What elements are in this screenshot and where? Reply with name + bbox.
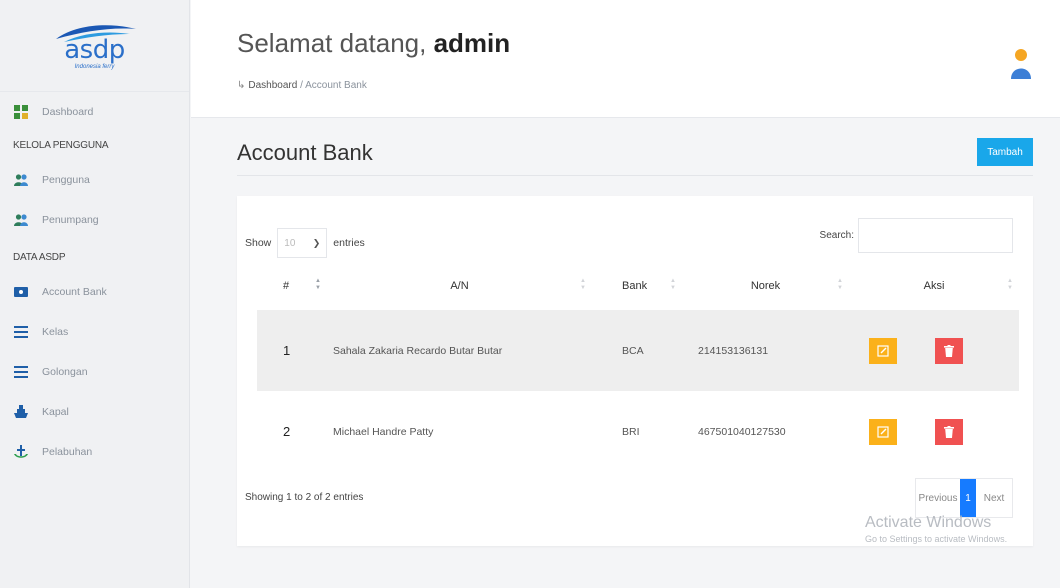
- sidebar-section-users: KELOLA PENGGUNA: [13, 140, 109, 151]
- user-avatar-icon[interactable]: [1010, 48, 1032, 80]
- return-arrow-icon: ↳: [237, 80, 246, 91]
- entries-length-select[interactable]: 10 ❯: [277, 228, 328, 258]
- users-icon: [14, 173, 28, 187]
- page-1-button[interactable]: 1: [960, 479, 976, 517]
- logo-text: asdp: [64, 35, 125, 65]
- logo-subtitle: Indonesia ferry: [74, 64, 115, 70]
- sidebar-item-label: Kelas: [42, 326, 69, 338]
- welcome-text: Selamat datang,: [237, 28, 427, 58]
- cell-number: 2: [283, 424, 291, 439]
- sidebar-item-penumpang[interactable]: Penumpang: [0, 200, 189, 240]
- watermark-subtitle: Go to Settings to activate Windows.: [865, 534, 1008, 544]
- username: admin: [433, 28, 511, 58]
- edit-button[interactable]: [869, 337, 897, 364]
- sidebar-item-label: Kapal: [42, 406, 69, 418]
- watermark-title: Activate Windows: [865, 514, 992, 531]
- pagination: Previous 1 Next: [915, 478, 1013, 518]
- account-bank-card: Show 10 ❯ entries Search: # ▲ ▼ A/N ▲ ▼ Ba…: [237, 196, 1033, 546]
- account-bank-table: # ▲ ▼ A/N ▲ ▼ Bank ▲ ▼ Norek ▲ ▼ Aksi ▲ ▼: [257, 262, 1019, 472]
- table-info: Showing 1 to 2 of 2 entries: [245, 492, 364, 503]
- welcome-message: Selamat datang, admin: [237, 28, 510, 59]
- sidebar-item-kapal[interactable]: Kapal: [0, 392, 189, 432]
- cell-number: 1: [283, 343, 291, 358]
- sort-icon: ▲ ▼: [580, 278, 586, 291]
- column-header-bank[interactable]: Bank ▲ ▼: [592, 262, 682, 310]
- search-label: Search:: [819, 230, 854, 241]
- sort-icon: ▲ ▼: [837, 278, 843, 291]
- show-label: Show: [245, 237, 272, 249]
- entries-label: entries: [333, 237, 365, 249]
- trash-icon: [944, 344, 954, 357]
- previous-page-button[interactable]: Previous: [916, 479, 960, 517]
- trash-icon: [944, 425, 954, 438]
- sidebar-item-golongan[interactable]: Golongan: [0, 352, 189, 392]
- sidebar-item-kelas[interactable]: Kelas: [0, 312, 189, 352]
- cell-account-name: Michael Handre Patty: [333, 425, 434, 438]
- sidebar-section-data: DATA ASDP: [13, 252, 66, 263]
- sidebar-item-account-bank[interactable]: Account Bank: [0, 272, 189, 312]
- sidebar-item-label: Pengguna: [42, 174, 90, 186]
- add-button[interactable]: Tambah: [977, 138, 1033, 166]
- sidebar-item-label: Dashboard: [42, 106, 94, 118]
- search-input[interactable]: [858, 218, 1013, 253]
- breadcrumb-separator: /: [297, 80, 306, 91]
- cell-actions: [849, 391, 1019, 472]
- page-header: Account Bank Tambah: [237, 128, 1033, 176]
- column-header-norek[interactable]: Norek ▲ ▼: [682, 262, 849, 310]
- delete-button[interactable]: [935, 337, 963, 364]
- sidebar-item-dashboard[interactable]: Dashboard: [0, 92, 189, 132]
- list-icon: [14, 325, 28, 339]
- delete-button[interactable]: [935, 418, 963, 445]
- entries-length-control: Show 10 ❯ entries: [245, 228, 365, 258]
- asdp-logo[interactable]: asdp Indonesia ferry: [0, 0, 189, 92]
- column-header-an[interactable]: A/N ▲ ▼: [327, 262, 592, 310]
- sidebar-item-pengguna[interactable]: Pengguna: [0, 160, 189, 200]
- cell-bank: BCA: [622, 344, 644, 357]
- page-title: Account Bank: [237, 140, 373, 165]
- cell-bank: BRI: [622, 425, 640, 438]
- sidebar: asdp Indonesia ferry Dashboard KELOLA PE…: [0, 0, 190, 588]
- cell-account-name: Sahala Zakaria Recardo Butar Butar: [333, 344, 503, 357]
- activation-watermark: Activate Windows Go to Settings to activ…: [865, 514, 1007, 544]
- sort-icon: ▲ ▼: [1007, 278, 1013, 291]
- sidebar-item-pelabuhan[interactable]: Pelabuhan: [0, 432, 189, 472]
- sidebar-item-label: Pelabuhan: [42, 446, 93, 458]
- cell-account-number: 214153136131: [698, 344, 769, 357]
- sidebar-item-label: Account Bank: [42, 286, 107, 298]
- cell-actions: [849, 310, 1019, 391]
- breadcrumb-current: Account Bank: [305, 80, 367, 91]
- breadcrumb: ↳ Dashboard / Account Bank: [237, 80, 367, 91]
- list-icon: [14, 365, 28, 379]
- next-page-button[interactable]: Next: [976, 479, 1012, 517]
- edit-icon: [877, 344, 889, 357]
- column-header-aksi[interactable]: Aksi ▲ ▼: [849, 262, 1019, 310]
- sidebar-item-label: Golongan: [42, 366, 88, 378]
- edit-button[interactable]: [869, 418, 897, 445]
- search-control: Search:: [820, 218, 1013, 253]
- table-row: 2 Michael Handre Patty BRI 4675010401275…: [257, 391, 1019, 472]
- table-row: 1 Sahala Zakaria Recardo Butar Butar BCA…: [257, 310, 1019, 391]
- ship-icon: [14, 405, 28, 419]
- sort-icon: ▲ ▼: [315, 278, 321, 291]
- bank-card-icon: [14, 285, 28, 299]
- header: Selamat datang, admin ↳ Dashboard / Accou…: [191, 0, 1060, 118]
- length-value: 10: [284, 237, 296, 249]
- dashboard-icon: [14, 105, 28, 119]
- users-icon: [14, 213, 28, 227]
- chevron-down-icon: ❯: [312, 237, 321, 248]
- anchor-icon: [14, 445, 28, 459]
- cell-account-number: 467501040127530: [698, 425, 786, 438]
- sort-icon: ▲ ▼: [670, 278, 676, 291]
- sidebar-item-label: Penumpang: [42, 214, 99, 226]
- column-header-number[interactable]: # ▲ ▼: [257, 262, 327, 310]
- breadcrumb-dashboard[interactable]: Dashboard: [248, 80, 297, 91]
- edit-icon: [877, 425, 889, 438]
